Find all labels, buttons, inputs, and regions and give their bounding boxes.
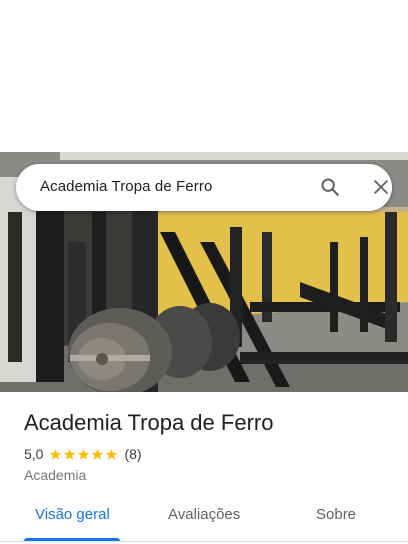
rating-value: 5,0: [24, 446, 44, 462]
star-rating: [49, 448, 118, 461]
review-count[interactable]: (8): [124, 446, 141, 462]
search-input[interactable]: Academia Tropa de Ferro: [40, 178, 212, 195]
star-icon: [106, 448, 118, 460]
star-icon: [50, 448, 62, 460]
tab-reviews[interactable]: Avaliações: [168, 506, 240, 523]
place-title: Academia Tropa de Ferro: [24, 410, 274, 435]
star-icon: [92, 448, 104, 460]
tab-about[interactable]: Sobre: [316, 506, 356, 523]
tab-bar: Visão geral Avaliações Sobre: [0, 494, 408, 544]
search-icon[interactable]: [318, 175, 342, 199]
star-icon: [64, 448, 76, 460]
place-category[interactable]: Academia: [24, 467, 394, 483]
place-info: Academia Tropa de Ferro 5,0 (8) Academia: [24, 408, 394, 483]
rating-row[interactable]: 5,0 (8): [24, 445, 394, 463]
tab-overview[interactable]: Visão geral: [35, 506, 110, 523]
tabs-divider: [0, 541, 408, 542]
star-icon: [78, 448, 90, 460]
search-bar[interactable]: Academia Tropa de Ferro: [16, 164, 392, 211]
close-icon[interactable]: [369, 175, 393, 199]
